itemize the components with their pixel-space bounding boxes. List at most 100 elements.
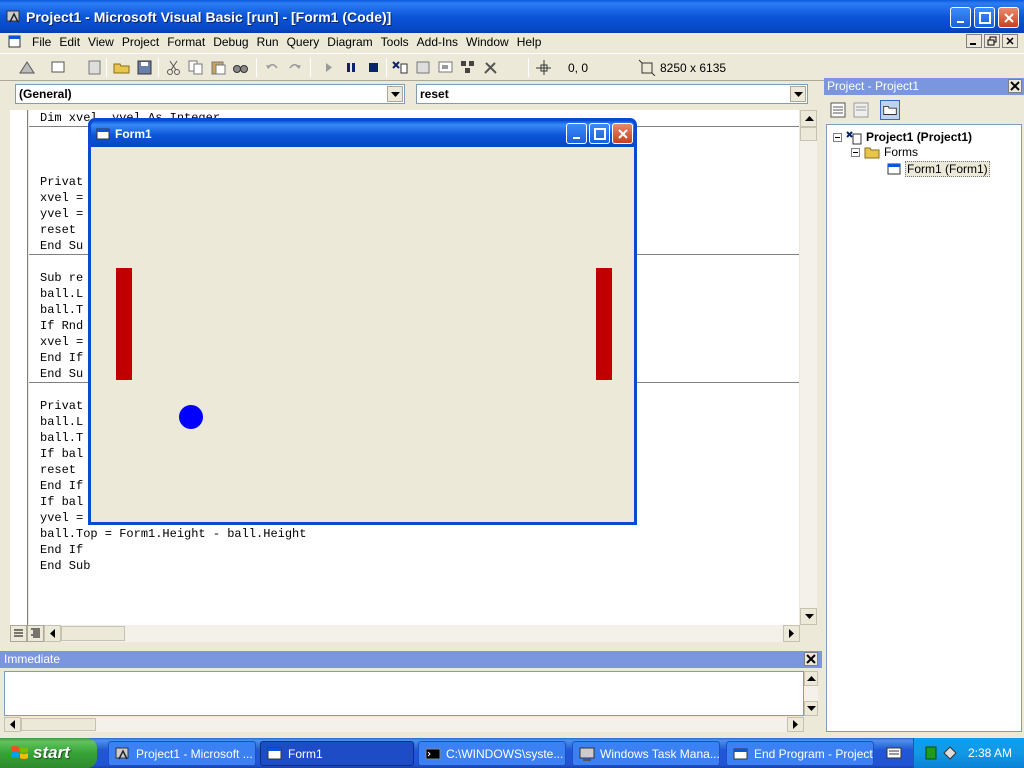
taskbar-clock[interactable]: 2:38 AM bbox=[968, 746, 1012, 760]
code-vertical-scrollbar[interactable] bbox=[800, 110, 817, 625]
code-vertical-thumb[interactable] bbox=[800, 127, 817, 141]
task-task-manager[interactable]: Windows Task Mana... bbox=[572, 741, 720, 766]
full-module-view-button[interactable] bbox=[27, 625, 44, 642]
project-explorer-icon[interactable] bbox=[391, 59, 409, 76]
scroll-right-button[interactable] bbox=[783, 625, 800, 642]
tree-node-forms[interactable]: Forms bbox=[851, 145, 918, 159]
break-icon[interactable] bbox=[342, 59, 360, 76]
scroll-up-button[interactable] bbox=[800, 110, 817, 127]
task-cmd[interactable]: C:\WINDOWS\syste... bbox=[418, 741, 566, 766]
menu-tools[interactable]: Tools bbox=[377, 35, 413, 50]
properties-window-icon[interactable] bbox=[414, 59, 432, 76]
undo-icon[interactable] bbox=[263, 59, 281, 76]
form1-canvas[interactable] bbox=[91, 147, 634, 522]
code-line[interactable]: xvel = bbox=[40, 334, 83, 350]
code-horizontal-thumb[interactable] bbox=[61, 626, 125, 641]
collapse-icon[interactable] bbox=[851, 147, 860, 157]
code-window-icon[interactable] bbox=[8, 35, 22, 49]
code-line[interactable]: Sub re bbox=[40, 270, 83, 286]
close-button[interactable] bbox=[998, 7, 1019, 28]
code-line[interactable]: ball.Top = Form1.Height - ball.Height bbox=[40, 526, 306, 542]
task-vb[interactable]: Project1 - Microsoft ... bbox=[108, 741, 256, 766]
procedure-view-button[interactable] bbox=[10, 625, 27, 642]
menu-window[interactable]: Window bbox=[462, 35, 513, 50]
scroll-up-button[interactable] bbox=[804, 671, 818, 686]
view-object-icon[interactable] bbox=[851, 100, 871, 120]
add-form-icon[interactable] bbox=[50, 59, 68, 76]
code-line[interactable]: yvel = bbox=[40, 206, 83, 222]
code-line[interactable]: ball.L bbox=[40, 414, 83, 430]
menu-format[interactable]: Format bbox=[163, 35, 209, 50]
mdi-close-button[interactable] bbox=[1002, 34, 1018, 48]
immediate-title[interactable]: Immediate bbox=[0, 651, 822, 668]
menu-view[interactable]: View bbox=[84, 35, 118, 50]
code-line[interactable]: ball.T bbox=[40, 430, 83, 446]
immediate-horizontal-scrollbar[interactable] bbox=[4, 717, 804, 732]
keyboard-icon[interactable] bbox=[886, 745, 902, 761]
cut-icon[interactable] bbox=[165, 59, 183, 76]
open-project-icon[interactable] bbox=[113, 59, 131, 76]
form1-minimize-button[interactable] bbox=[566, 123, 587, 144]
main-titlebar[interactable]: Project1 - Microsoft Visual Basic [run] … bbox=[0, 0, 1024, 33]
mdi-restore-button[interactable] bbox=[984, 34, 1000, 48]
project-tree[interactable]: Project1 (Project1) Forms Form1 (Form1) bbox=[826, 124, 1022, 732]
code-line[interactable]: If bal bbox=[40, 494, 83, 510]
start-button[interactable]: start bbox=[0, 738, 97, 768]
menu-debug[interactable]: Debug bbox=[209, 35, 252, 50]
menu-help[interactable]: Help bbox=[513, 35, 546, 50]
code-line[interactable]: End If bbox=[40, 542, 83, 558]
menu-add-ins[interactable]: Add-Ins bbox=[413, 35, 462, 50]
scroll-right-button[interactable] bbox=[787, 717, 804, 732]
menu-editor-icon[interactable] bbox=[86, 59, 104, 76]
find-icon[interactable] bbox=[232, 59, 250, 76]
form-layout-icon[interactable] bbox=[437, 59, 455, 76]
menu-query[interactable]: Query bbox=[283, 35, 324, 50]
menu-file[interactable]: File bbox=[28, 35, 55, 50]
code-line[interactable]: ball.L bbox=[40, 286, 83, 302]
redo-icon[interactable] bbox=[286, 59, 304, 76]
project-explorer-title[interactable]: Project - Project1 bbox=[824, 78, 1024, 95]
toggle-folders-icon[interactable] bbox=[880, 100, 900, 120]
code-line[interactable]: End If bbox=[40, 350, 83, 366]
code-line[interactable]: If bal bbox=[40, 446, 83, 462]
view-code-icon[interactable] bbox=[828, 100, 848, 120]
menu-project[interactable]: Project bbox=[118, 35, 163, 50]
tray-app-icon[interactable] bbox=[942, 745, 958, 761]
form1-window[interactable]: Form1 bbox=[88, 118, 637, 525]
code-horizontal-scrollbar[interactable] bbox=[10, 625, 800, 642]
start-icon[interactable] bbox=[320, 59, 338, 76]
form1-close-button[interactable] bbox=[612, 123, 633, 144]
task-end-program[interactable]: End Program - Project1 bbox=[726, 741, 874, 766]
menu-run[interactable]: Run bbox=[253, 35, 283, 50]
collapse-icon[interactable] bbox=[833, 132, 842, 142]
task-form1[interactable]: Form1 bbox=[260, 741, 414, 766]
code-margin[interactable] bbox=[10, 110, 28, 625]
maximize-button[interactable] bbox=[974, 7, 995, 28]
tree-node-form1[interactable]: Form1 (Form1) bbox=[887, 161, 990, 177]
code-line[interactable]: If Rnd bbox=[40, 318, 83, 334]
scroll-down-button[interactable] bbox=[804, 701, 818, 716]
project-explorer-close-button[interactable] bbox=[1008, 79, 1022, 93]
toolbox-icon[interactable] bbox=[482, 59, 500, 76]
tree-node-project[interactable]: Project1 (Project1) bbox=[833, 129, 972, 145]
green-status-icon[interactable] bbox=[924, 745, 938, 761]
code-line[interactable]: reset bbox=[40, 462, 76, 478]
code-line[interactable]: yvel = bbox=[40, 510, 83, 526]
paste-icon[interactable] bbox=[210, 59, 228, 76]
procedure-combo-dropdown[interactable] bbox=[790, 86, 806, 102]
copy-icon[interactable] bbox=[187, 59, 205, 76]
code-line[interactable]: End Su bbox=[40, 238, 83, 254]
object-browser-icon[interactable] bbox=[459, 59, 477, 76]
procedure-combo[interactable]: reset bbox=[416, 84, 808, 104]
object-combo-dropdown[interactable] bbox=[387, 86, 403, 102]
immediate-close-button[interactable] bbox=[804, 652, 818, 666]
immediate-input[interactable] bbox=[4, 671, 804, 716]
scroll-down-button[interactable] bbox=[800, 608, 817, 625]
end-icon[interactable] bbox=[365, 59, 383, 76]
code-line[interactable]: xvel = bbox=[40, 190, 83, 206]
code-line[interactable]: ball.T bbox=[40, 302, 83, 318]
code-line[interactable]: Privat bbox=[40, 398, 83, 414]
add-project-icon[interactable] bbox=[18, 59, 36, 76]
immediate-vertical-scrollbar[interactable] bbox=[804, 671, 818, 716]
code-line[interactable]: End If bbox=[40, 478, 83, 494]
